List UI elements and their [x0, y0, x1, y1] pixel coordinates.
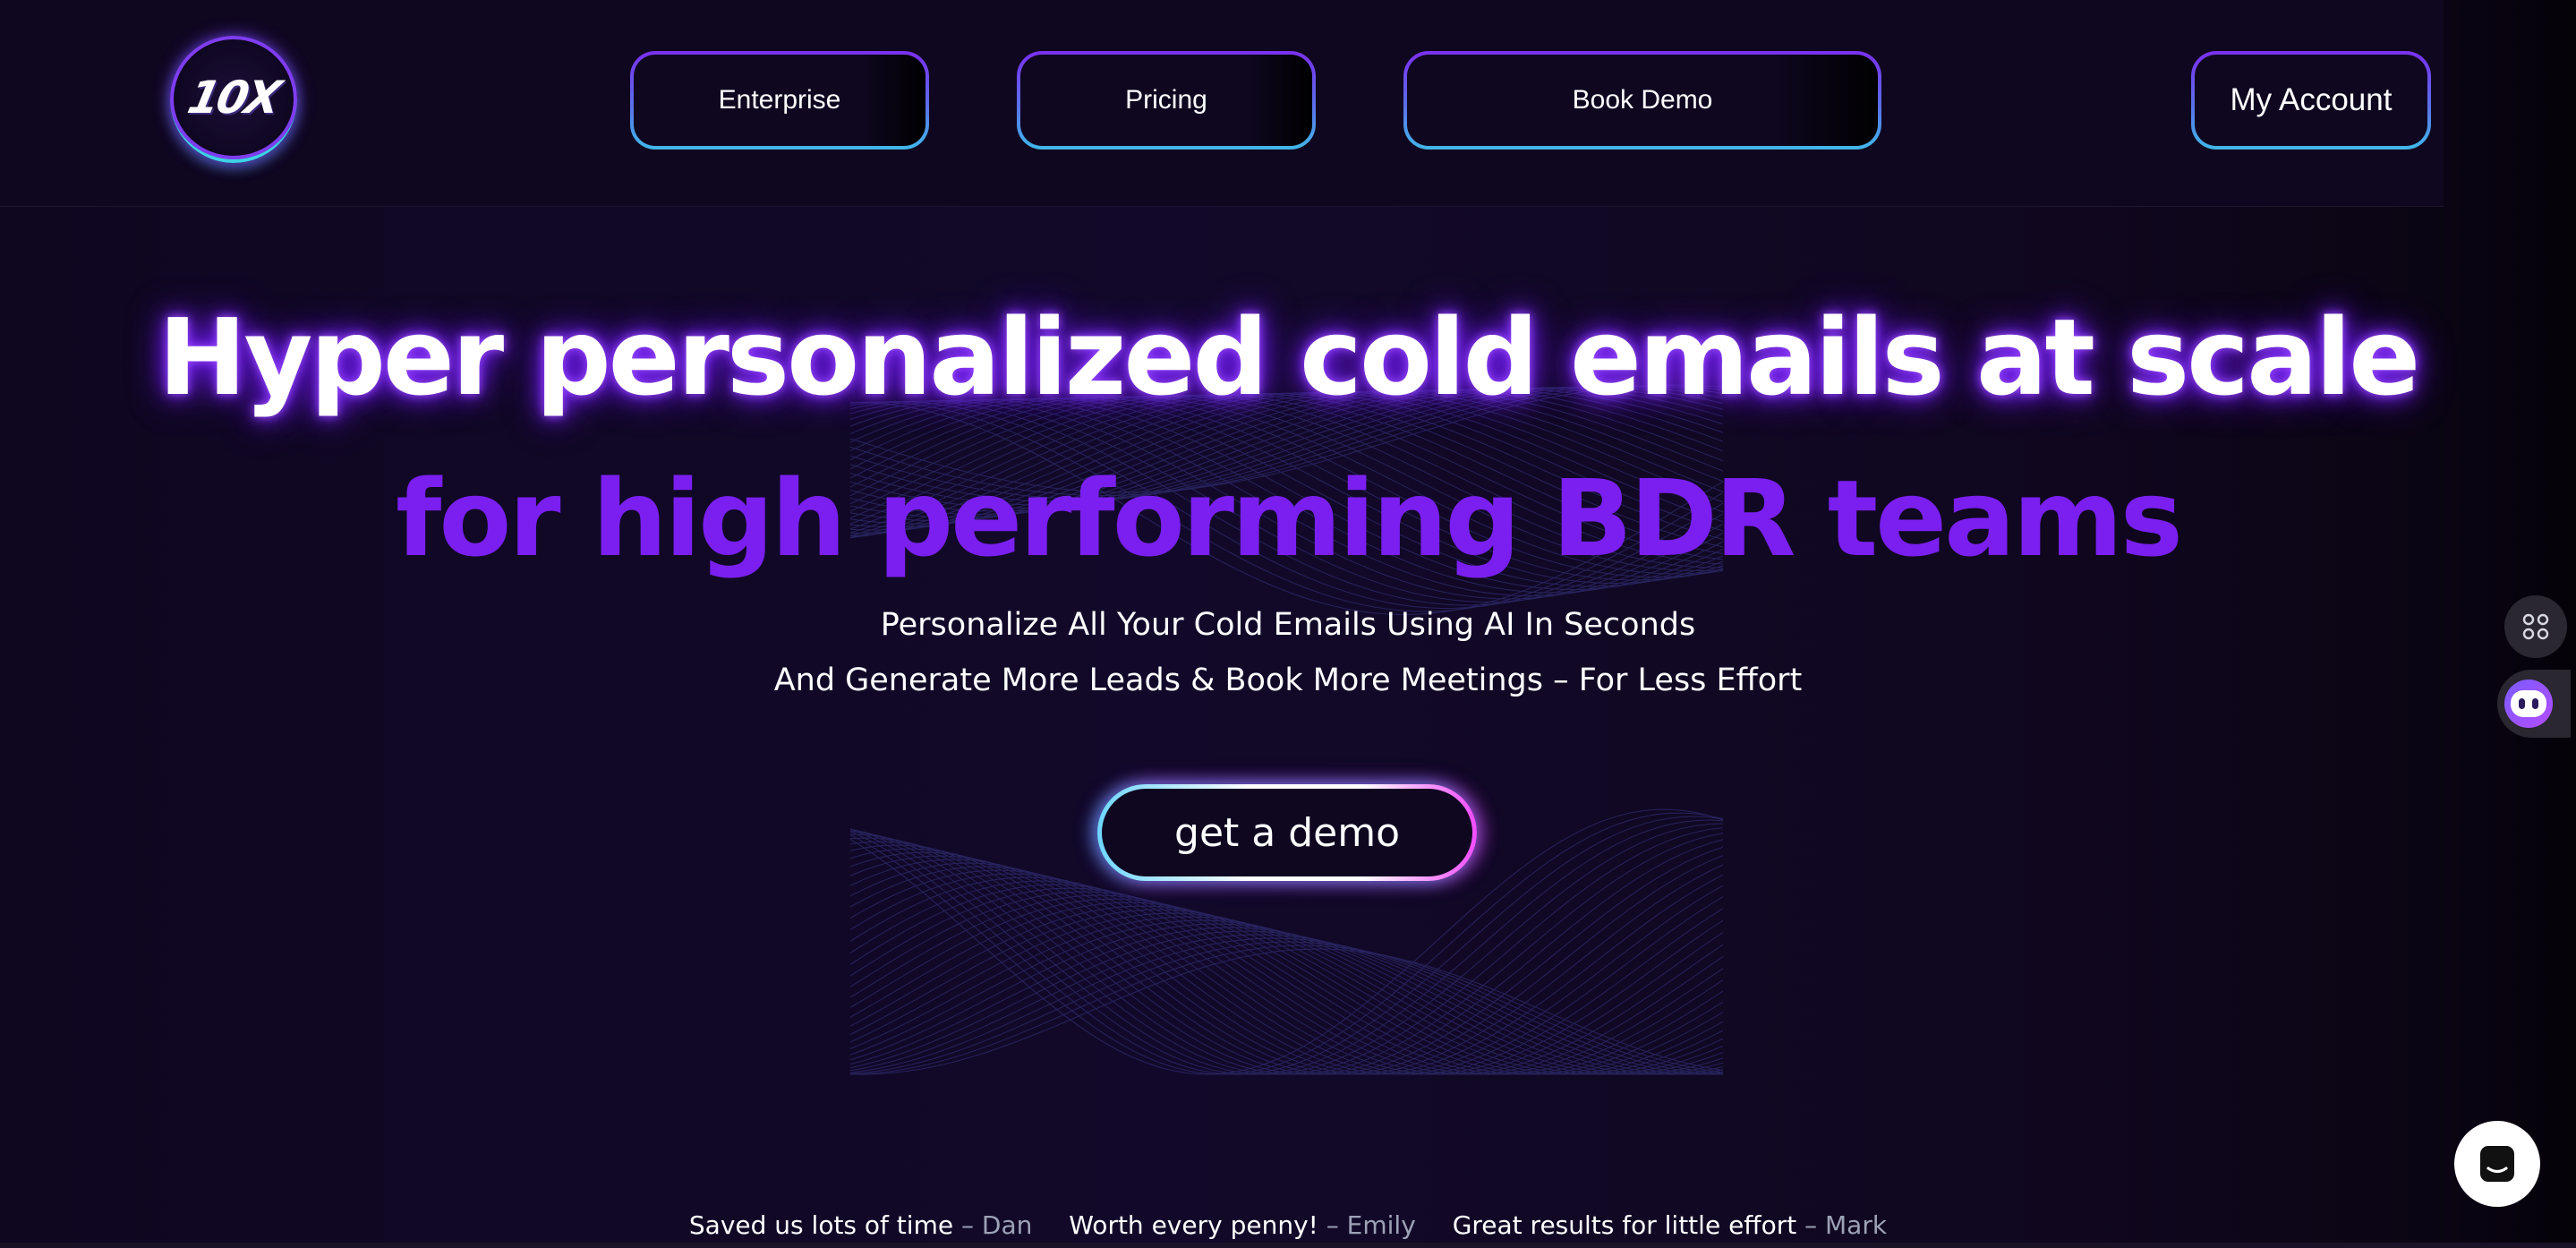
nav-pricing-button[interactable]: Pricing	[1017, 51, 1316, 150]
my-account-button[interactable]: My Account	[2191, 51, 2431, 150]
nav-enterprise-button[interactable]: Enterprise	[630, 51, 929, 150]
testimonial-author: – Mark	[1804, 1210, 1888, 1240]
landing-page: 10X Enterprise Pricing Book Demo My Acco…	[0, 0, 2576, 1248]
logo-text: 10X	[183, 72, 284, 124]
testimonial-author: – Emily	[1326, 1210, 1416, 1240]
testimonials-strip: Saved us lots of time – Dan Worth every …	[0, 1210, 2576, 1240]
assistant-face-inner	[2511, 690, 2546, 717]
nav-book-demo-button[interactable]: Book Demo	[1403, 51, 1881, 150]
chat-launcher-button[interactable]	[2454, 1121, 2540, 1207]
testimonial-item: Saved us lots of time – Dan	[689, 1210, 1032, 1240]
assistant-eye	[2519, 698, 2525, 709]
brand-logo[interactable]: 10X	[170, 36, 297, 163]
hero-tagline-secondary: And Generate More Leads & Book More Meet…	[773, 662, 1803, 698]
ai-assistant-face-icon[interactable]	[2504, 680, 2553, 728]
ai-assistant-widget[interactable]	[2497, 670, 2571, 738]
command-grid-icon[interactable]	[2504, 595, 2567, 658]
wave-line	[850, 934, 1723, 1075]
testimonial-item: Worth every penny! – Emily	[1069, 1210, 1416, 1240]
wave-line	[850, 866, 1723, 1075]
testimonial-quote: Great results for little effort	[1452, 1210, 1797, 1240]
apps-widget[interactable]	[2497, 593, 2571, 661]
testimonial-quote: Saved us lots of time	[688, 1210, 954, 1240]
wave-line	[850, 905, 1723, 1075]
hero-title: Hyper personalized cold emails at scale	[158, 295, 2420, 419]
testimonial-item: Great results for little effort – Mark	[1453, 1210, 1887, 1240]
wave-line	[850, 869, 1723, 1075]
testimonial-quote: Worth every penny!	[1069, 1210, 1318, 1240]
site-header: 10X Enterprise Pricing Book Demo My Acco…	[0, 0, 2444, 207]
page-bottom-border	[0, 1243, 2576, 1248]
testimonial-author: – Dan	[960, 1210, 1033, 1240]
hero-tagline-primary: Personalize All Your Cold Emails Using A…	[880, 607, 1696, 643]
chat-bubble-icon	[2480, 1146, 2514, 1182]
assistant-eye	[2532, 698, 2538, 709]
hero-subtitle: for high performing BDR teams	[395, 457, 2183, 580]
get-demo-button[interactable]: get a demo	[1097, 784, 1477, 881]
